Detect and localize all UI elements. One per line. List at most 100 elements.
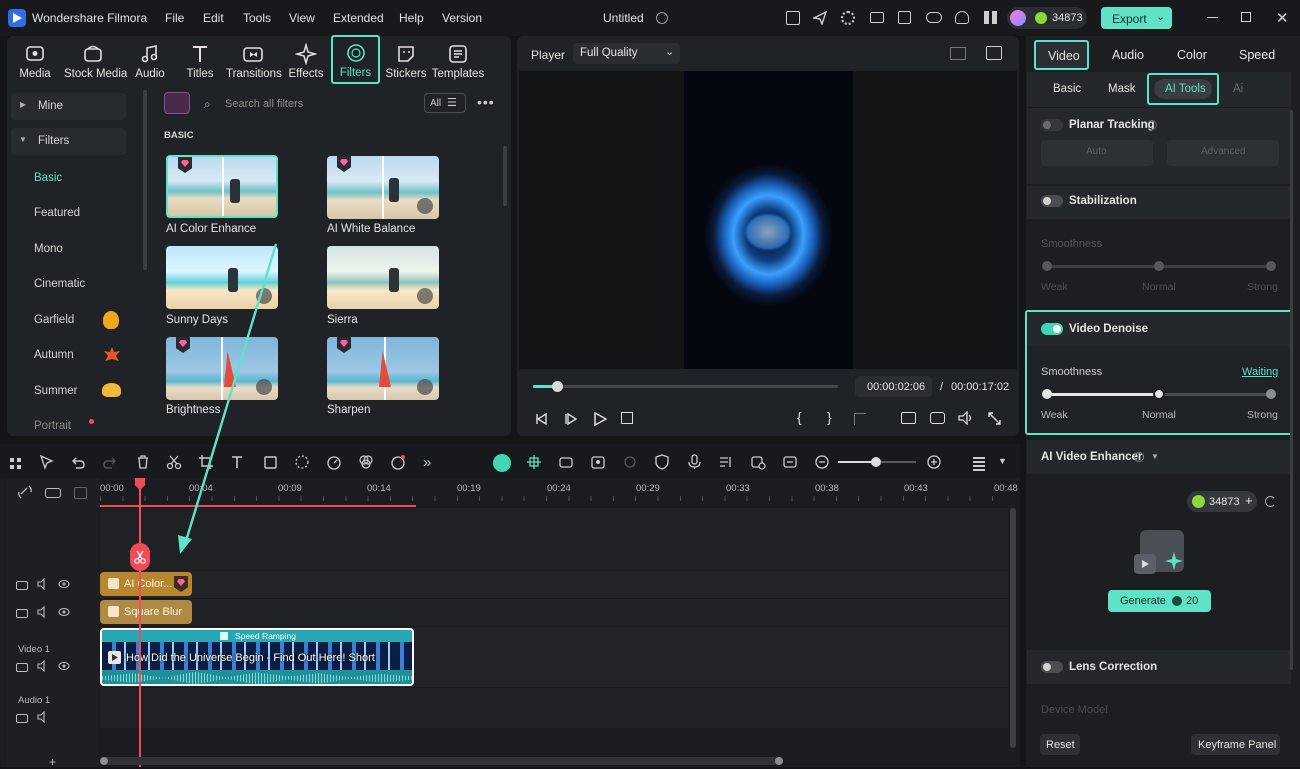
minimize-icon[interactable]: [1207, 17, 1218, 18]
menu-version[interactable]: Version: [442, 11, 482, 25]
close-icon[interactable]: ✕: [1276, 9, 1289, 27]
delete-icon[interactable]: [135, 454, 153, 472]
fit-width-icon[interactable]: [782, 454, 800, 472]
filter-thumb-ai-white-balance[interactable]: [327, 156, 439, 219]
tool-templates[interactable]: Templates: [431, 39, 485, 83]
ai-smart-icon[interactable]: [390, 454, 408, 472]
download-icon[interactable]: [417, 379, 433, 395]
properties-scrollbar[interactable]: [1290, 110, 1293, 670]
timeline-settings-icon[interactable]: [973, 455, 985, 471]
motion-track-icon[interactable]: [558, 454, 576, 472]
zoom-out-icon[interactable]: [814, 454, 832, 472]
menu-extended[interactable]: Extended: [333, 11, 384, 25]
tool-stock-media[interactable]: Stock Media: [64, 39, 127, 83]
track-manager-icon[interactable]: [74, 487, 87, 499]
planar-advanced-button[interactable]: Advanced: [1167, 140, 1279, 166]
caret-down-icon[interactable]: ▼: [1151, 452, 1159, 461]
zoom-slider[interactable]: [838, 457, 916, 467]
lens-correction-toggle[interactable]: [1041, 661, 1063, 673]
grid-view-icon[interactable]: [950, 47, 966, 60]
filters-scrollbar[interactable]: [503, 146, 507, 206]
display-icon[interactable]: [901, 412, 916, 424]
audio-edit-icon[interactable]: [718, 454, 736, 472]
tool-media[interactable]: Media: [8, 39, 62, 83]
download-icon[interactable]: [417, 198, 433, 214]
scroll-right-knob[interactable]: [775, 757, 783, 765]
subtab-mask[interactable]: Mask: [1108, 83, 1135, 95]
mark-in-icon[interactable]: {: [797, 409, 802, 425]
refresh-icon[interactable]: [1265, 496, 1276, 507]
save-icon[interactable]: [898, 11, 911, 24]
lock-icon[interactable]: [16, 714, 28, 723]
volume-icon[interactable]: [958, 411, 974, 425]
reset-button[interactable]: Reset: [1040, 734, 1080, 755]
sidebar-item-mono[interactable]: Mono: [34, 243, 63, 255]
eye-icon[interactable]: [58, 606, 70, 618]
denoise-slider-knob[interactable]: [1153, 388, 1165, 400]
tool-transitions[interactable]: Transitions: [226, 39, 282, 83]
sidebar-item-cinematic[interactable]: Cinematic: [34, 278, 85, 290]
stop-icon[interactable]: [621, 412, 633, 424]
lock-icon[interactable]: [16, 609, 28, 618]
headset-icon[interactable]: [955, 11, 969, 24]
tool-stickers[interactable]: Stickers: [379, 39, 433, 83]
tab-color[interactable]: Color: [1177, 48, 1207, 62]
maximize-icon[interactable]: [1241, 12, 1251, 22]
tab-audio[interactable]: Audio: [1112, 48, 1144, 62]
tool-audio[interactable]: Audio: [123, 39, 177, 83]
subtab-ai-tools[interactable]: AI Tools: [1147, 73, 1219, 105]
eye-icon[interactable]: [58, 660, 70, 672]
filter-thumb-sharpen[interactable]: [327, 337, 439, 400]
lock-icon[interactable]: [16, 663, 28, 672]
more-tools-icon[interactable]: »: [423, 454, 431, 471]
export-button[interactable]: Export ⌄: [1101, 7, 1172, 29]
video-clip[interactable]: Speed Ramping How Did the Universe Begin…: [100, 628, 414, 686]
select-pointer-icon[interactable]: [39, 454, 57, 472]
play-icon[interactable]: [593, 412, 607, 426]
snap-icon[interactable]: [526, 454, 544, 472]
lock-icon[interactable]: [16, 581, 28, 590]
speaker-icon[interactable]: [37, 606, 49, 618]
sidebar-item-portrait[interactable]: Portrait: [34, 420, 71, 432]
zoom-slider-knob[interactable]: [871, 457, 881, 467]
fullscreen-icon[interactable]: [988, 412, 1001, 425]
sidebar-filters[interactable]: ▼ Filters: [11, 128, 126, 155]
tool-titles[interactable]: Titles: [173, 39, 227, 83]
zoom-in-icon[interactable]: [926, 454, 944, 472]
gift-icon[interactable]: [786, 11, 800, 25]
menu-file[interactable]: File: [165, 11, 184, 25]
link-icon[interactable]: [18, 485, 32, 499]
microphone-icon[interactable]: [686, 454, 704, 472]
camera-icon[interactable]: [930, 412, 945, 424]
color-match-icon[interactable]: [358, 454, 376, 472]
sidebar-item-summer[interactable]: Summer: [34, 385, 77, 397]
tool-filters[interactable]: Filters: [331, 35, 380, 84]
tab-video[interactable]: Video: [1034, 40, 1089, 70]
filter-thumb-sierra[interactable]: [327, 246, 439, 309]
effect-clip-square-blur[interactable]: Square Blur: [100, 600, 192, 624]
undo-icon[interactable]: [70, 454, 88, 472]
credits-badge[interactable]: 34873: [1007, 7, 1087, 29]
apps-grid-icon[interactable]: [984, 11, 997, 24]
send-icon[interactable]: [813, 11, 827, 25]
speed-icon[interactable]: [326, 454, 344, 472]
ai-portrait-icon[interactable]: [590, 454, 608, 472]
cloud-icon[interactable]: [926, 12, 942, 23]
subtab-overflow[interactable]: Ai: [1233, 83, 1243, 95]
step-back-icon[interactable]: [535, 412, 549, 426]
menu-tools[interactable]: Tools: [243, 11, 271, 25]
tab-speed[interactable]: Speed: [1239, 48, 1275, 62]
sidebar-item-garfield[interactable]: Garfield: [34, 314, 74, 326]
chain-icon[interactable]: [45, 488, 61, 498]
planar-auto-button[interactable]: Auto: [1041, 140, 1153, 166]
all-filter-dropdown[interactable]: All ☰: [424, 93, 466, 113]
stabilization-toggle[interactable]: [1041, 195, 1063, 207]
speaker-icon[interactable]: [37, 711, 49, 723]
keyframe-panel-button[interactable]: Keyframe Panel: [1191, 734, 1280, 755]
sidebar-item-autumn[interactable]: Autumn: [34, 349, 74, 361]
menu-help[interactable]: Help: [399, 11, 424, 25]
menu-view[interactable]: View: [289, 11, 315, 25]
record-icon[interactable]: [622, 454, 640, 472]
tool-effects[interactable]: Effects: [279, 39, 333, 83]
redo-icon[interactable]: [102, 454, 120, 472]
